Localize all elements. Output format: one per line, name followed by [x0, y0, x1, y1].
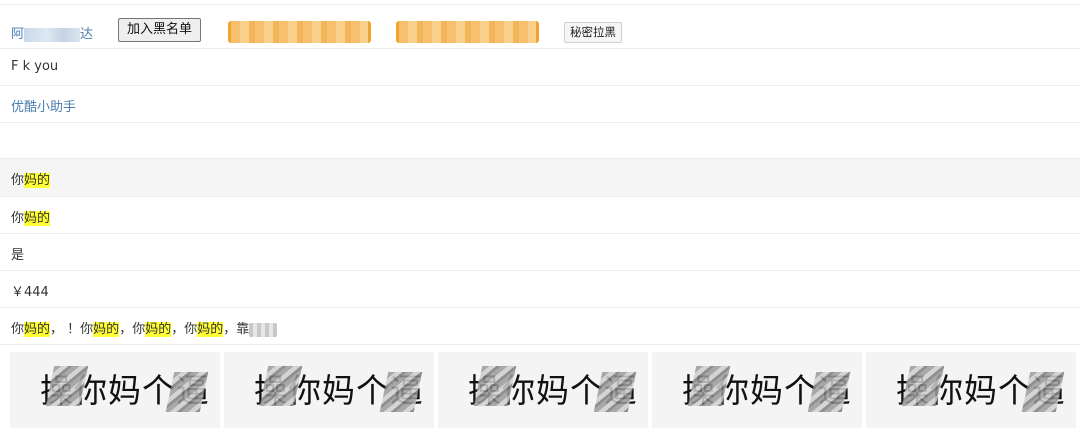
comment-row: ￥444: [0, 270, 1080, 307]
user-name-link[interactable]: 阿达: [11, 23, 93, 42]
blurred-username: [24, 27, 81, 42]
sticker-image[interactable]: 操你妈个逼: [866, 352, 1076, 428]
highlighted-keyword: 妈的: [24, 173, 51, 188]
comment-text: ￥444: [11, 285, 49, 300]
comment-row: 优酷小助手: [0, 85, 1080, 122]
comment-segment: ， ！你: [50, 322, 94, 337]
highlighted-keyword: 妈的: [93, 322, 120, 337]
add-to-blacklist-button[interactable]: 加入黑名单: [118, 18, 202, 42]
empty-row: [0, 122, 1080, 158]
comment-prefix: 你: [11, 173, 25, 188]
comment-segment: ，靠: [223, 322, 250, 337]
user-header-row: 阿达 加入黑名单 秘密拉黑: [0, 4, 1080, 48]
highlighted-keyword: 妈的: [24, 211, 51, 226]
comment-text: 是: [11, 248, 25, 263]
user-name-end: 达: [80, 27, 94, 42]
comment-row-long: 你妈的， ！你妈的，你妈的，你妈的，靠: [0, 307, 1080, 345]
comment-segment: ，你: [119, 322, 146, 337]
comment-row: 你妈的: [0, 196, 1080, 233]
comment-text: 你妈的: [11, 207, 51, 226]
user-name-start: 阿: [11, 27, 25, 42]
sticker-image[interactable]: 操你妈个逼: [224, 352, 434, 428]
comment-row: 是: [0, 233, 1080, 270]
comment-text: F k you: [11, 59, 59, 74]
highlighted-keyword: 妈的: [24, 322, 51, 337]
comment-row: F k you: [0, 48, 1080, 85]
sticker-grid: 操你妈个逼 操你妈个逼 操你妈个逼 操你妈个逼 操你妈个逼: [10, 352, 1080, 428]
redacted-orange-field-2: [396, 21, 539, 43]
comment-text: 你妈的， ！你妈的，你妈的，你妈的，靠: [11, 318, 278, 337]
comment-link-youku-helper[interactable]: 优酷小助手: [11, 96, 76, 115]
sticker-image[interactable]: 操你妈个逼: [10, 352, 220, 428]
comment-prefix: 你: [11, 211, 25, 226]
comment-segment: ，你: [171, 322, 198, 337]
sticker-image[interactable]: 操你妈个逼: [438, 352, 648, 428]
blurred-text: [249, 322, 278, 337]
comment-segment: 你: [11, 322, 25, 337]
highlighted-keyword: 妈的: [197, 322, 224, 337]
redacted-orange-field-1: [228, 21, 371, 43]
sticker-image[interactable]: 操你妈个逼: [652, 352, 862, 428]
highlighted-keyword: 妈的: [145, 322, 172, 337]
comment-row-hovered: 你妈的: [0, 158, 1080, 196]
comment-text: 你妈的: [11, 169, 51, 188]
secret-blacklist-button[interactable]: 秘密拉黑: [564, 22, 622, 43]
